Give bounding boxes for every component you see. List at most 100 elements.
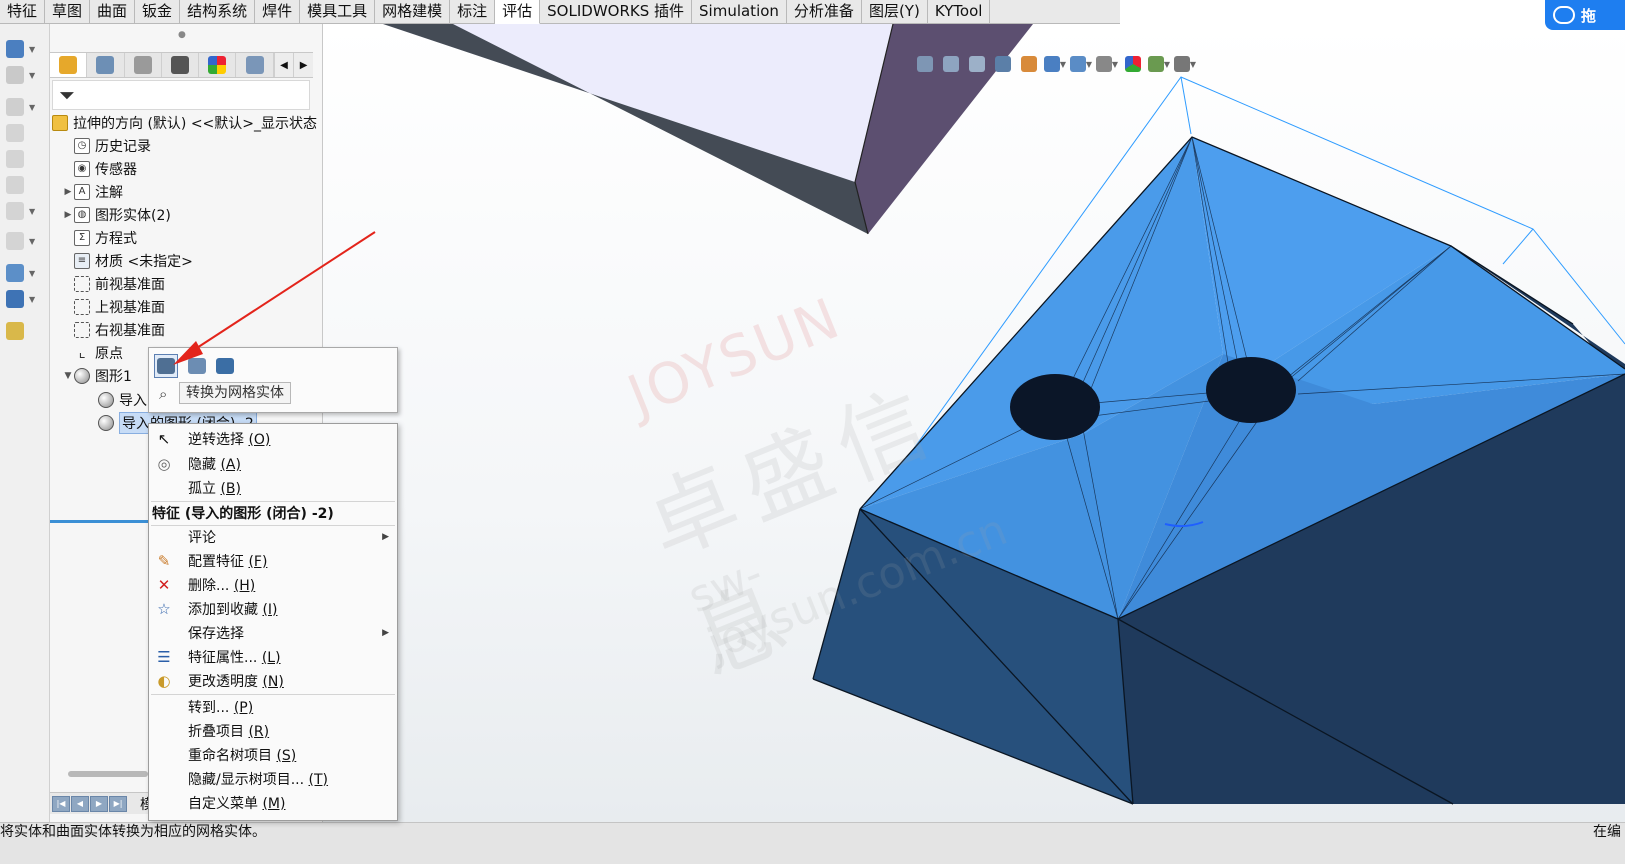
reference-geometry-button[interactable]: ▼ (6, 262, 38, 284)
submenu-arrow-icon: ▶ (382, 532, 389, 542)
tree-item-solid-bodies[interactable]: ▶ ◍ 图形实体(2) (62, 204, 171, 226)
menu-delete[interactable]: ✕ 删除... (H) (149, 573, 397, 597)
tab-evaluate[interactable]: 评估 (495, 0, 541, 24)
previous-view-button[interactable] (965, 53, 989, 75)
tab-structure-system[interactable]: 结构系统 (180, 0, 256, 24)
rollback-bar[interactable] (50, 520, 148, 523)
menu-configure-feature[interactable]: ✎ 配置特征 (F) (149, 549, 397, 573)
menu-isolate[interactable]: 孤立 (B) (149, 476, 397, 500)
dynamic-annotation-button[interactable] (1017, 53, 1041, 75)
tab-sketch[interactable]: 草图 (45, 0, 91, 24)
tab-property-manager[interactable] (87, 53, 125, 77)
horizontal-scrollbar[interactable] (68, 771, 148, 777)
tree-root-part[interactable]: 拉伸的方向 (默认) <<默认>_显示状态 (52, 112, 317, 134)
tree-item-annotations[interactable]: ▶ A 注解 (62, 181, 123, 203)
zoom-to-area-button[interactable] (939, 53, 963, 75)
tree-item-top-plane[interactable]: 上视基准面 (62, 296, 165, 318)
tab-dimxpert-manager[interactable] (162, 53, 200, 77)
tree-item-history[interactable]: ◷ 历史记录 (62, 135, 151, 157)
mesh-tools-button[interactable] (185, 354, 209, 378)
monitor-icon (1173, 56, 1190, 72)
heads-up-view-toolbar: ▼ ▼ ▼ ▼ ▼ (913, 52, 1199, 76)
tab-cam[interactable] (236, 53, 274, 77)
box-feature-button[interactable]: ▼ (6, 38, 38, 60)
measure-button[interactable] (6, 320, 38, 342)
tree-filter-box[interactable]: ⏷ (52, 80, 310, 110)
tab-mesh-modeling[interactable]: 网格建模 (375, 0, 451, 24)
last-tab-button[interactable]: ▶| (109, 795, 127, 812)
tab-sheet-metal[interactable]: 钣金 (135, 0, 181, 24)
view-settings-button[interactable]: ▼ (1173, 53, 1197, 75)
tree-item-front-plane[interactable]: 前视基准面 (62, 273, 165, 295)
tab-markup[interactable]: 标注 (450, 0, 496, 24)
tree-item-origin[interactable]: ⌞ 原点 (62, 342, 123, 364)
tab-solidworks-addins[interactable]: SOLIDWORKS 插件 (540, 0, 693, 24)
rollback-button[interactable] (213, 354, 237, 378)
curves-button[interactable]: ▼ (6, 288, 38, 310)
menu-shortcut: (F) (248, 554, 268, 570)
tab-features[interactable]: 特征 (0, 0, 46, 24)
tree-item-sensors[interactable]: ◉ 传感器 (62, 158, 137, 180)
rib-button[interactable] (6, 148, 38, 170)
menu-hide-show-tree-items[interactable]: 隐藏/显示树项目... (T) (149, 767, 397, 791)
tree-item-import1[interactable]: 导入 (86, 389, 147, 411)
convert-to-mesh-button[interactable] (154, 354, 178, 378)
zoom-to-fit-button[interactable] (913, 53, 937, 75)
display-style-button[interactable]: ▼ (1069, 53, 1093, 75)
menu-add-to-favorites[interactable]: ☆ 添加到收藏 (I) (149, 597, 397, 621)
menu-hide[interactable]: ◎ 隐藏 (A) (149, 452, 397, 476)
menu-invert-selection[interactable]: ↖ 逆转选择 (O) (149, 427, 397, 451)
menu-save-selection[interactable]: 保存选择 ▶ (149, 621, 397, 645)
tab-analysis-prep[interactable]: 分析准备 (787, 0, 862, 24)
panel-tab-strip: ◀ ▶ (50, 52, 313, 78)
collapse-arrow-icon[interactable]: ▼ (62, 371, 74, 381)
cube-button[interactable]: ▼ (6, 96, 38, 118)
copy-feature-button[interactable]: ▼ (6, 64, 38, 86)
tab-configuration-manager[interactable] (125, 53, 162, 77)
cloud-icon (1553, 6, 1575, 24)
tab-feature-manager[interactable] (50, 53, 88, 77)
tab-simulation[interactable]: Simulation (692, 0, 787, 24)
expand-arrow-icon[interactable]: ▶ (62, 210, 74, 220)
graphics-viewport[interactable]: ▼ ▼ ▼ ▼ ▼ JOYSUN 卓盛信息 sw-joysun.com.cn (323, 24, 1625, 824)
chevron-down-icon: ▼ (29, 70, 36, 80)
section-view-button[interactable] (991, 53, 1015, 75)
tree-item-material[interactable]: ≡ 材质 <未指定> (62, 250, 193, 272)
first-tab-button[interactable]: |◀ (52, 795, 70, 812)
menu-comment[interactable]: 评论 ▶ (149, 525, 397, 549)
menu-go-to[interactable]: 转到... (P) (149, 695, 397, 719)
edit-appearance-button[interactable] (1121, 53, 1145, 75)
transparency-icon: ◐ (157, 672, 171, 690)
draft-button[interactable] (6, 174, 38, 196)
panel-tab-scroll-right[interactable]: ▶ (293, 53, 313, 77)
next-tab-button[interactable]: ▶ (90, 795, 108, 812)
cloud-app-button[interactable]: 拖 (1545, 0, 1625, 30)
tab-weldments[interactable]: 焊件 (255, 0, 301, 24)
pattern-button[interactable]: ▼ (6, 230, 38, 252)
menu-change-transparency[interactable]: ◐ 更改透明度 (N) (149, 669, 397, 693)
view-orientation-button[interactable]: ▼ (1043, 53, 1067, 75)
model-view[interactable] (323, 24, 1625, 824)
expand-arrow-icon[interactable]: ▶ (62, 187, 74, 197)
tab-kytool[interactable]: KYTool (928, 0, 991, 24)
tab-layers[interactable]: 图层(Y) (862, 0, 928, 24)
shell-button[interactable] (6, 122, 38, 144)
gear-button[interactable]: ▼ (6, 200, 38, 222)
tree-item-graphics1[interactable]: ▼ 图形1 (62, 365, 132, 387)
menu-shortcut: (I) (262, 602, 278, 618)
apply-scene-button[interactable]: ▼ (1147, 53, 1171, 75)
copy-icon (6, 66, 24, 84)
menu-feature-properties[interactable]: ☰ 特征属性... (L) (149, 645, 397, 669)
panel-tab-scroll-left[interactable]: ◀ (273, 53, 294, 77)
menu-collapse-items[interactable]: 折叠项目 (R) (149, 719, 397, 743)
tab-display-manager[interactable] (199, 53, 237, 77)
tab-mold-tools[interactable]: 模具工具 (300, 0, 376, 24)
tree-item-equations[interactable]: Σ 方程式 (62, 227, 137, 249)
tree-item-right-plane[interactable]: 右视基准面 (62, 319, 165, 341)
prev-tab-button[interactable]: ◀ (71, 795, 89, 812)
menu-rename-tree-item[interactable]: 重命名树项目 (S) (149, 743, 397, 767)
hide-show-items-button[interactable]: ▼ (1095, 53, 1119, 75)
tab-surfaces[interactable]: 曲面 (90, 0, 136, 24)
menu-customize-menu[interactable]: 自定义菜单 (M) (149, 791, 397, 815)
panel-grip-icon[interactable]: ● (178, 30, 186, 40)
